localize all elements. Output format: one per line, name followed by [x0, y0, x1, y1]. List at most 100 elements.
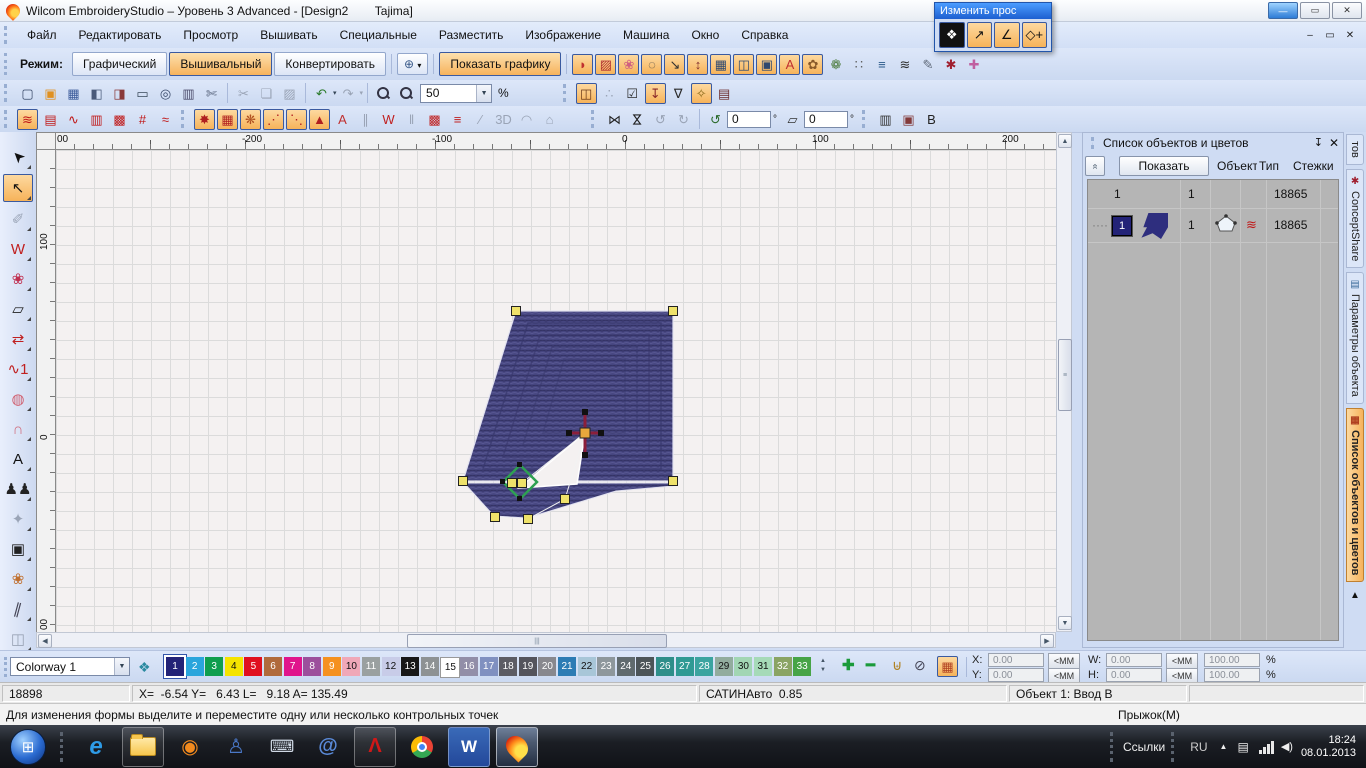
partial-tab[interactable]: тов [1346, 134, 1364, 165]
send-machine-icon[interactable]: ▥ [178, 83, 199, 104]
h-field[interactable]: 0.00 [1106, 668, 1162, 682]
run-input-tool[interactable]: ∿1 [4, 356, 32, 382]
feather-edge-icon[interactable]: ⋱ [286, 109, 307, 130]
color-chip-9[interactable]: 9 [323, 657, 341, 676]
color-chip-10[interactable]: 10 [342, 657, 360, 676]
petal-stitch-icon[interactable]: ◗ [572, 54, 593, 75]
rotate-angle-icon[interactable]: ∠ [994, 22, 1020, 48]
taskbar-acrobat-icon[interactable]: Λ [354, 727, 396, 767]
node-select-icon[interactable]: ✧ [691, 83, 712, 104]
taskbar-user-app-icon[interactable]: ♙ [216, 728, 256, 766]
clock[interactable]: 18:24 08.01.2013 [1301, 734, 1356, 760]
show-button[interactable]: Показать [1119, 156, 1209, 176]
measure-icon[interactable]: ↘ [664, 54, 685, 75]
taskbar-ie-icon[interactable]: e [76, 728, 116, 766]
scroll-up-icon[interactable]: ▲ [1058, 134, 1072, 148]
no-fill-icon[interactable]: ⊘ [914, 657, 926, 674]
column-icon[interactable]: ▥ [86, 109, 107, 130]
color-chip-31[interactable]: 31 [754, 657, 772, 676]
motif-fill-icon[interactable]: ❋ [240, 109, 261, 130]
contour-icon[interactable]: ≈ [155, 109, 176, 130]
cylinder-icon[interactable]: ⊎ [892, 657, 902, 674]
reshape-views-icon[interactable]: ❖ [939, 22, 965, 48]
w-mm-button[interactable]: <MM [1166, 653, 1198, 669]
color-chip-14[interactable]: 14 [421, 657, 439, 676]
hatch-fx-icon[interactable]: ∕ [470, 109, 491, 130]
taskbar-mail-icon[interactable]: @ [308, 728, 348, 766]
gradient-fill-icon[interactable]: ⋰ [263, 109, 284, 130]
color-chip-7[interactable]: 7 [284, 657, 302, 676]
knife-tool[interactable]: ✐ [4, 206, 32, 232]
undo-icon-dropdown[interactable]: ▾ [333, 89, 337, 97]
toolbar-grip[interactable] [4, 26, 12, 44]
lettering-object-icon[interactable]: A [779, 54, 800, 75]
scroll-down-icon[interactable]: ▼ [1058, 616, 1072, 630]
hoop-flower-icon[interactable]: ✿ [802, 54, 823, 75]
basket-icon[interactable]: ⌂ [539, 109, 560, 130]
grid-stitch-icon[interactable]: # [132, 109, 153, 130]
dot-grid-icon[interactable]: ∷ [848, 54, 869, 75]
wave-fx-icon[interactable]: W [378, 109, 399, 130]
palette-editor-icon[interactable]: ▦ [937, 656, 958, 677]
x-mm-button[interactable]: <MM [1048, 653, 1080, 669]
menu-6[interactable]: Изображение [514, 24, 612, 46]
combo-arrow-icon[interactable]: ▼ [114, 658, 129, 675]
rotate-ccw-icon[interactable]: ↺ [650, 109, 671, 130]
tray-expand-icon[interactable]: ▲ [1220, 742, 1228, 751]
ring-tool[interactable]: ∩ [4, 416, 32, 442]
color-chip-27[interactable]: 27 [676, 657, 694, 676]
skew-input[interactable]: 0 [804, 111, 848, 128]
pin-icon[interactable]: ↧ [1314, 136, 1323, 150]
taskbar-grip[interactable] [1110, 732, 1117, 762]
paste-icon[interactable]: ▨ [279, 83, 300, 104]
circle-tool[interactable]: ◍ [4, 386, 32, 412]
w-field[interactable]: 0.00 [1106, 653, 1162, 667]
group-row-index[interactable]: 1 [1114, 187, 1121, 201]
lettering-remove-tool[interactable]: W [4, 236, 32, 262]
vertical-scrollbar[interactable]: ▲ ≡ ▼ [1056, 132, 1072, 632]
rotate-input[interactable]: 0 [727, 111, 771, 128]
cut-icon[interactable]: ✂ [233, 83, 254, 104]
insert-design-icon[interactable]: ◧ [86, 83, 107, 104]
zoom-combo[interactable]: 50 ▼ [420, 84, 492, 103]
language-indicator[interactable]: RU [1190, 740, 1207, 754]
color-chip-33[interactable]: 33 [793, 657, 811, 676]
thread-knot-icon[interactable]: ✱ [940, 54, 961, 75]
border-tool[interactable]: ▣ [4, 536, 32, 562]
undo-icon[interactable]: ↶ [311, 83, 332, 104]
scale-handle-icon[interactable]: ↗ [967, 22, 993, 48]
penetration-icon[interactable]: ∇ [668, 83, 689, 104]
color-chip-23[interactable]: 23 [597, 657, 615, 676]
tab-scroll-icon[interactable]: ▲ [1350, 590, 1360, 601]
auto-select-icon[interactable]: ☑ [622, 83, 643, 104]
color-chip-26[interactable]: 26 [656, 657, 674, 676]
scroll-left-icon[interactable]: ◀ [38, 634, 52, 648]
select-tool[interactable]: ➤ [4, 144, 32, 170]
split-tool[interactable]: ◫ [4, 626, 32, 652]
color-chip-4[interactable]: 4 [225, 657, 243, 676]
taskbar-explorer-icon[interactable] [122, 727, 164, 767]
auto-scroll-icon[interactable]: ◫ [576, 83, 597, 104]
taskbar-wilcom-icon[interactable] [496, 727, 538, 767]
object-row-stitches[interactable]: 18865 [1274, 218, 1307, 232]
dashed-ellipse-icon[interactable]: ◌ [641, 54, 662, 75]
pipe-fx-icon[interactable]: ‖ [401, 109, 422, 130]
new-icon[interactable]: ▢ [17, 83, 38, 104]
tatami-icon[interactable]: ▤ [40, 109, 61, 130]
bitmap-frame-icon[interactable]: ▣ [756, 54, 777, 75]
close-button[interactable]: ✕ [1332, 2, 1362, 19]
mode-embroidery-button[interactable]: Вышивальный [169, 52, 272, 76]
collapse-button[interactable]: « [1085, 156, 1105, 176]
color-chip-5[interactable]: 5 [244, 657, 262, 676]
color-chip-32[interactable]: 32 [774, 657, 792, 676]
lettering-tool[interactable]: A [4, 446, 32, 472]
add-color-icon[interactable]: ✚ [842, 656, 855, 674]
flower-stem-icon[interactable]: ❁ [825, 54, 846, 75]
color-chip-16[interactable]: 16 [460, 657, 478, 676]
applique-tool[interactable]: ♟♟ [4, 476, 32, 502]
hscroll-thumb[interactable]: ||| [407, 634, 667, 648]
menu-1[interactable]: Редактировать [68, 24, 173, 46]
closed-shape-tool[interactable]: ▱ [4, 296, 32, 322]
action-center-icon[interactable]: ▤ [1237, 740, 1248, 754]
menu-7[interactable]: Машина [612, 24, 680, 46]
